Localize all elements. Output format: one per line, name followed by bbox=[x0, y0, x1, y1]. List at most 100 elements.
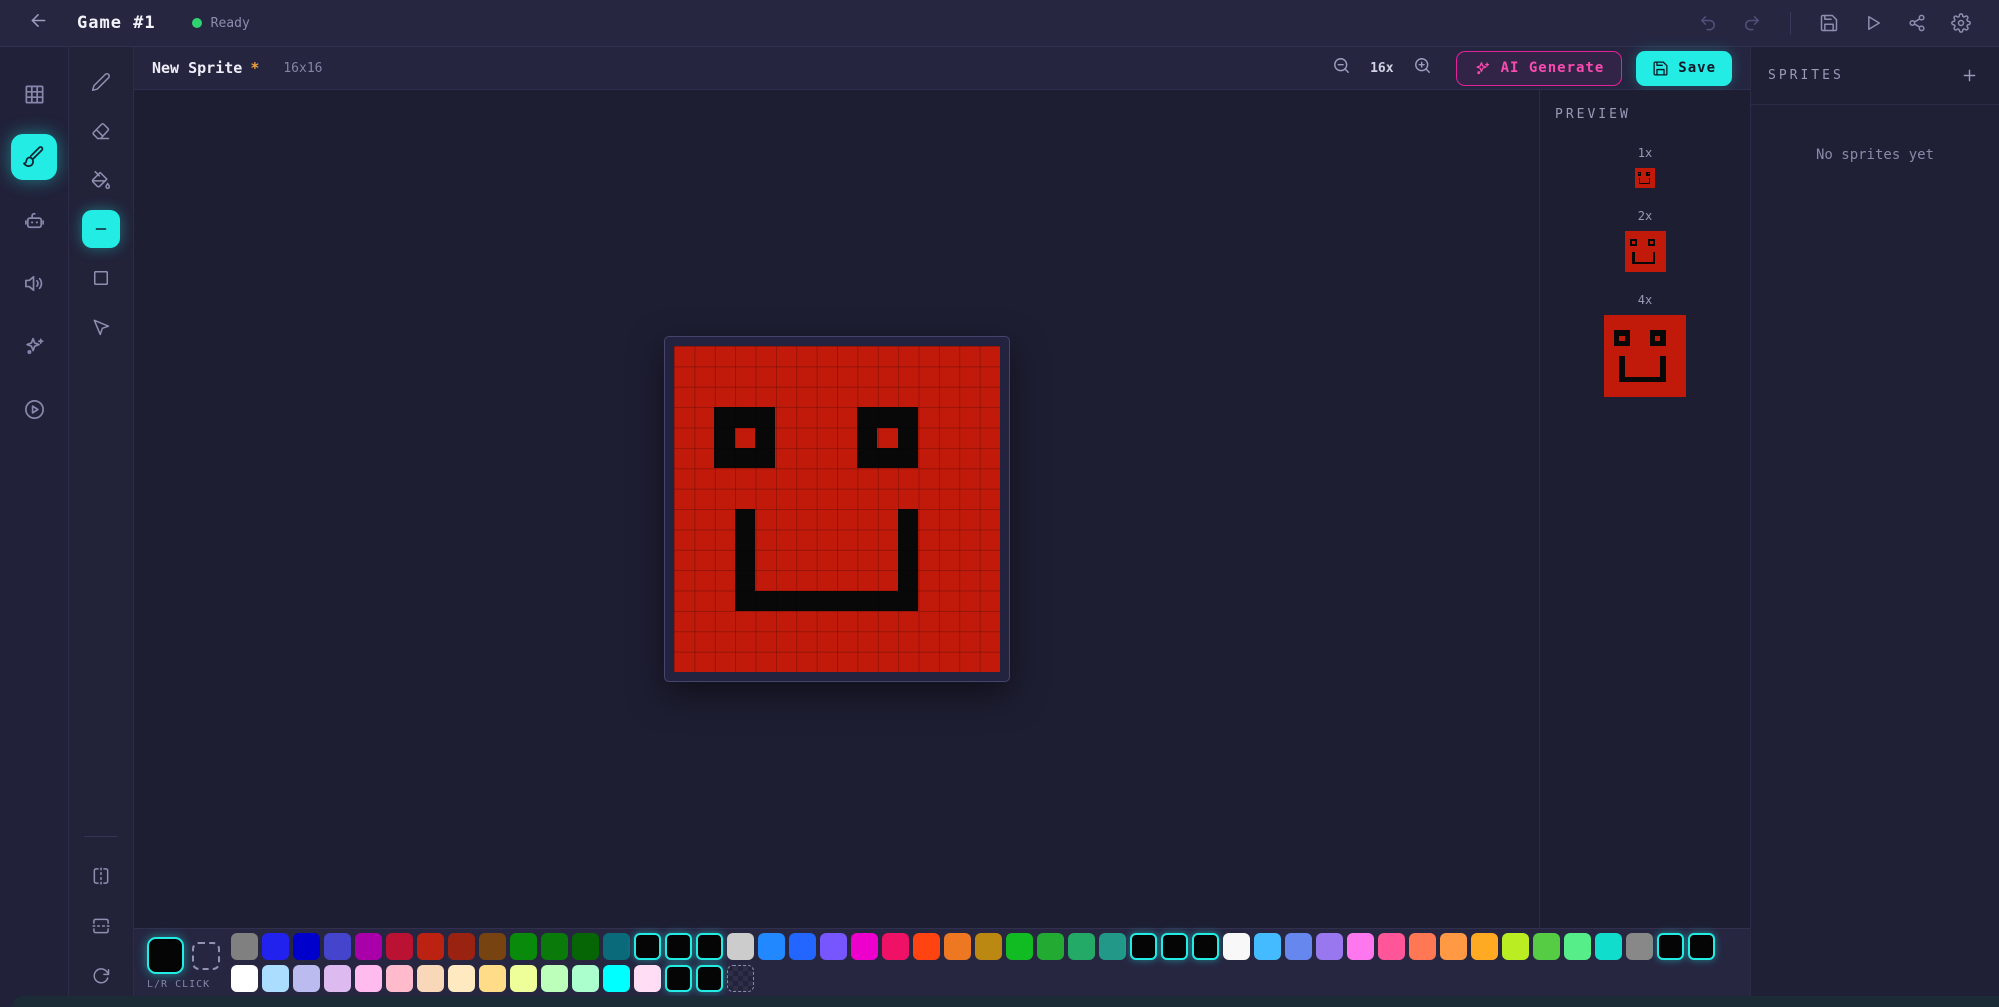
color-swatch[interactable] bbox=[1223, 933, 1250, 960]
color-swatch[interactable] bbox=[572, 933, 599, 960]
color-swatch[interactable] bbox=[1657, 933, 1684, 960]
nav-grid-button[interactable] bbox=[11, 71, 57, 117]
preview-scale-label: 1x bbox=[1638, 146, 1652, 160]
arrow-left-icon bbox=[28, 10, 49, 31]
save-sprite-button[interactable]: Save bbox=[1636, 51, 1732, 86]
color-swatch[interactable] bbox=[851, 933, 878, 960]
color-swatch[interactable] bbox=[1347, 933, 1374, 960]
color-swatch[interactable] bbox=[1099, 933, 1126, 960]
color-swatch[interactable] bbox=[1533, 933, 1560, 960]
color-swatch[interactable] bbox=[1688, 933, 1715, 960]
primary-color-swatch[interactable] bbox=[147, 937, 184, 974]
preview-2x: 2x bbox=[1625, 209, 1666, 272]
color-swatch[interactable] bbox=[417, 965, 444, 992]
ai-generate-button[interactable]: AI Generate bbox=[1456, 51, 1623, 86]
color-swatch[interactable] bbox=[1409, 933, 1436, 960]
color-swatch[interactable] bbox=[913, 933, 940, 960]
color-swatch[interactable] bbox=[665, 933, 692, 960]
nav-robot-button[interactable] bbox=[11, 197, 57, 243]
color-swatch[interactable] bbox=[479, 965, 506, 992]
tool-paint-bucket-button[interactable] bbox=[82, 161, 120, 199]
color-swatch[interactable] bbox=[448, 965, 475, 992]
color-swatch[interactable] bbox=[1471, 933, 1498, 960]
back-button[interactable] bbox=[24, 6, 53, 41]
color-swatch[interactable] bbox=[1316, 933, 1343, 960]
nav-speaker-button[interactable] bbox=[11, 260, 57, 306]
share-button[interactable] bbox=[1899, 5, 1935, 41]
color-swatch[interactable] bbox=[1068, 933, 1095, 960]
undo-button[interactable] bbox=[1690, 5, 1726, 41]
color-swatch[interactable] bbox=[1502, 933, 1529, 960]
color-swatch[interactable] bbox=[1161, 933, 1188, 960]
color-swatch[interactable] bbox=[324, 933, 351, 960]
color-swatch[interactable] bbox=[1564, 933, 1591, 960]
color-swatch[interactable] bbox=[1378, 933, 1405, 960]
color-swatch[interactable] bbox=[696, 965, 723, 992]
color-swatch[interactable] bbox=[1440, 933, 1467, 960]
tool-flip-horizontal-button[interactable] bbox=[82, 857, 120, 895]
color-swatch[interactable] bbox=[634, 933, 661, 960]
play-button[interactable] bbox=[1855, 5, 1891, 41]
color-swatch[interactable] bbox=[1037, 933, 1064, 960]
zoom-in-button[interactable] bbox=[1411, 54, 1434, 83]
color-swatch[interactable] bbox=[355, 933, 382, 960]
color-swatch[interactable] bbox=[603, 965, 630, 992]
color-swatch[interactable] bbox=[758, 933, 785, 960]
tool-line-button[interactable] bbox=[82, 210, 120, 248]
color-swatch[interactable] bbox=[541, 965, 568, 992]
nav-play-circle-button[interactable] bbox=[11, 386, 57, 432]
color-swatch[interactable] bbox=[1192, 933, 1219, 960]
zoom-out-button[interactable] bbox=[1330, 54, 1353, 83]
color-swatch[interactable] bbox=[696, 933, 723, 960]
color-swatch[interactable] bbox=[1285, 933, 1312, 960]
color-swatch[interactable] bbox=[1006, 933, 1033, 960]
color-swatch[interactable] bbox=[727, 933, 754, 960]
secondary-color-swatch[interactable] bbox=[192, 942, 220, 970]
transparent-swatch[interactable] bbox=[727, 965, 754, 992]
color-swatch[interactable] bbox=[324, 965, 351, 992]
color-swatch[interactable] bbox=[975, 933, 1002, 960]
color-swatch[interactable] bbox=[1254, 933, 1281, 960]
color-swatch[interactable] bbox=[510, 933, 537, 960]
color-swatch[interactable] bbox=[1626, 933, 1653, 960]
ai-generate-label: AI Generate bbox=[1501, 60, 1605, 76]
tool-flip-vertical-button[interactable] bbox=[82, 907, 120, 945]
color-swatch[interactable] bbox=[944, 933, 971, 960]
canvas-area bbox=[134, 90, 1539, 928]
tool-eraser-button[interactable] bbox=[82, 112, 120, 150]
color-swatch[interactable] bbox=[541, 933, 568, 960]
save-file-button[interactable] bbox=[1811, 5, 1847, 41]
color-swatch[interactable] bbox=[262, 933, 289, 960]
color-swatch[interactable] bbox=[293, 965, 320, 992]
color-swatch[interactable] bbox=[293, 933, 320, 960]
color-swatch[interactable] bbox=[572, 965, 599, 992]
color-swatch[interactable] bbox=[355, 965, 382, 992]
color-swatch[interactable] bbox=[262, 965, 289, 992]
color-swatch[interactable] bbox=[386, 933, 413, 960]
color-swatch[interactable] bbox=[634, 965, 661, 992]
nav-paintbrush-button[interactable] bbox=[11, 134, 57, 180]
color-swatch[interactable] bbox=[1595, 933, 1622, 960]
tool-rectangle-button[interactable] bbox=[82, 259, 120, 297]
color-swatch[interactable] bbox=[789, 933, 816, 960]
redo-button[interactable] bbox=[1734, 5, 1770, 41]
color-swatch[interactable] bbox=[479, 933, 506, 960]
tool-pencil-button[interactable] bbox=[82, 63, 120, 101]
color-swatch[interactable] bbox=[665, 965, 692, 992]
color-swatch[interactable] bbox=[1130, 933, 1157, 960]
add-sprite-button[interactable] bbox=[1954, 62, 1982, 90]
color-swatch[interactable] bbox=[820, 933, 847, 960]
nav-sparkles-button[interactable] bbox=[11, 323, 57, 369]
pixel-canvas[interactable] bbox=[674, 346, 1000, 672]
color-swatch[interactable] bbox=[882, 933, 909, 960]
color-swatch[interactable] bbox=[417, 933, 444, 960]
tool-rotate-button[interactable] bbox=[82, 957, 120, 995]
color-swatch[interactable] bbox=[603, 933, 630, 960]
color-swatch[interactable] bbox=[386, 965, 413, 992]
tool-pointer-button[interactable] bbox=[82, 308, 120, 346]
color-swatch[interactable] bbox=[231, 965, 258, 992]
color-swatch[interactable] bbox=[231, 933, 258, 960]
color-swatch[interactable] bbox=[510, 965, 537, 992]
settings-button[interactable] bbox=[1943, 5, 1979, 41]
color-swatch[interactable] bbox=[448, 933, 475, 960]
